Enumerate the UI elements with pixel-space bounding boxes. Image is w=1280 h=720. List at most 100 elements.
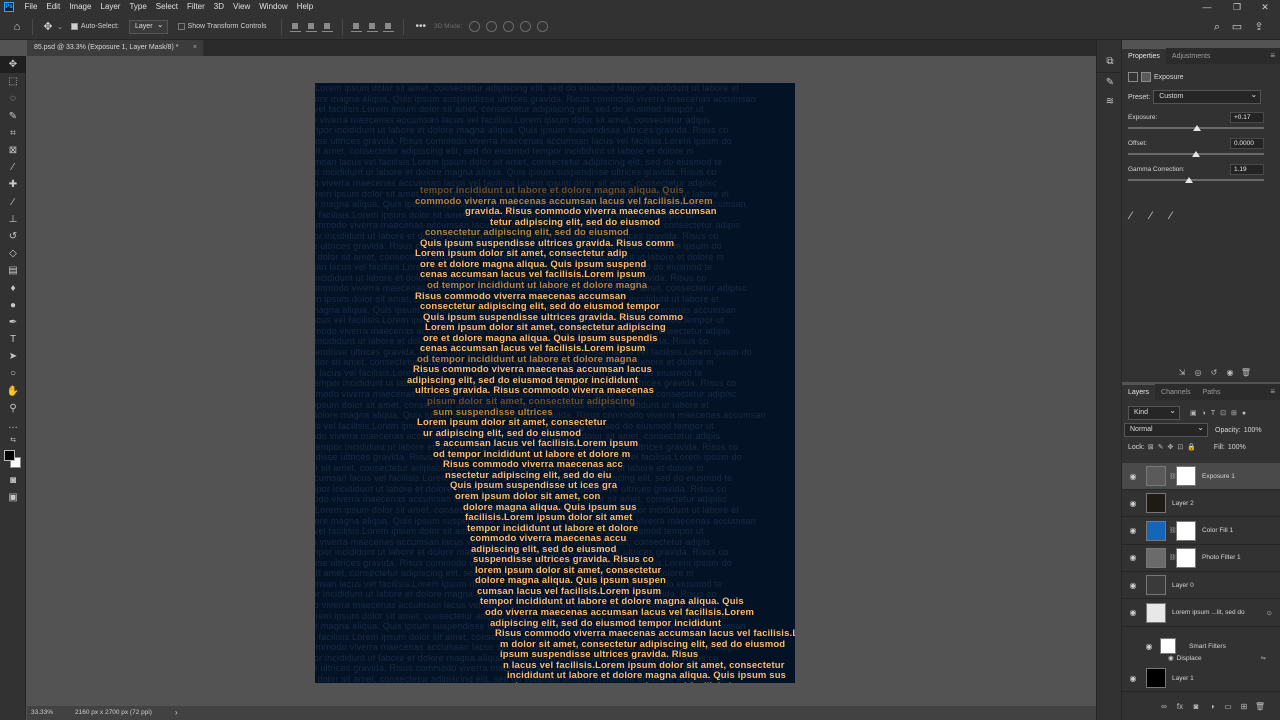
eyedropper-gray-icon[interactable]: ⁄ [1150, 210, 1152, 222]
screen-mode-icon[interactable]: ▣ [0, 489, 26, 506]
blur-tool-icon[interactable]: ♦ [0, 279, 26, 296]
preset-dropdown[interactable]: Custom [1153, 89, 1262, 104]
brush-tool-icon[interactable]: ∕ [0, 194, 26, 211]
properties-toggle-icon[interactable]: ≋ [1097, 92, 1123, 112]
slider-thumb[interactable] [1192, 151, 1200, 157]
slider-value-input[interactable]: +0.17 [1230, 112, 1264, 123]
visibility-eye-icon[interactable]: ◉ [1122, 553, 1144, 562]
link-icon[interactable]: ⛓ [1169, 554, 1177, 561]
menu-type[interactable]: Type [125, 0, 151, 14]
link-icon[interactable]: ⛓ [1169, 527, 1177, 534]
edit-toolbar-icon[interactable]: … [0, 417, 26, 434]
align-middle-icon[interactable] [367, 21, 379, 32]
layer-row[interactable]: ◉ ⛓ Color Fill 1 [1122, 518, 1280, 545]
slider-track[interactable] [1128, 179, 1264, 181]
show-transform-checkbox[interactable] [177, 23, 185, 30]
menu-view[interactable]: View [229, 0, 255, 14]
tab-properties[interactable]: Properties [1122, 48, 1166, 64]
link-layers-icon[interactable]: ∞ [1156, 702, 1172, 711]
eyedropper-white-icon[interactable]: ⁄ [1170, 210, 1172, 222]
menu-select[interactable]: Select [151, 0, 182, 14]
tab-channels[interactable]: Channels [1155, 385, 1197, 400]
visibility-eye-icon[interactable]: ◉ [1122, 526, 1144, 535]
delete-layer-icon[interactable]: 🗑 [1252, 702, 1268, 711]
mask-icon[interactable] [1141, 72, 1151, 82]
delete-icon[interactable]: 🗑 [1238, 368, 1254, 377]
slider-thumb[interactable] [1185, 177, 1194, 183]
visibility-eye-icon[interactable]: ◉ [1122, 674, 1144, 683]
layer-row[interactable]: ◉ Layer 0 [1122, 572, 1280, 600]
move-tool-icon[interactable]: ✥ [0, 56, 26, 74]
frame-tool-icon[interactable]: ⊠ [0, 142, 26, 159]
new-group-icon[interactable]: ▭ [1220, 702, 1236, 711]
layer-row[interactable]: ◉ Layer 2 [1122, 490, 1280, 518]
eyedropper-tool-icon[interactable]: ⁄ [0, 159, 26, 176]
quick-select-tool-icon[interactable]: ✎ [0, 108, 26, 125]
search-icon[interactable]: ⌕ [1208, 18, 1226, 36]
tab-paths[interactable]: Paths [1197, 385, 1227, 400]
hand-tool-icon[interactable]: ✋ [0, 383, 26, 400]
3d-slide-icon[interactable] [520, 21, 532, 32]
workspace-icon[interactable]: ▭ [1228, 18, 1246, 36]
minimize-button[interactable]: — [1192, 0, 1222, 14]
filter-kind-dropdown[interactable]: Kind [1128, 405, 1180, 420]
close-window-button[interactable]: ✕ [1250, 0, 1280, 14]
menu-filter[interactable]: Filter [183, 0, 210, 14]
blend-mode-dropdown[interactable]: Normal [1124, 422, 1208, 437]
add-mask-icon[interactable]: ◙ [1188, 702, 1204, 711]
move-tool-icon[interactable]: ✥ [39, 18, 57, 36]
share-icon[interactable]: ⇪ [1250, 18, 1268, 36]
view-previous-icon[interactable]: ◎ [1190, 368, 1206, 377]
layer-row-layer-1[interactable]: ◉ Layer 1 [1122, 665, 1280, 692]
opacity-value[interactable]: 100% [1244, 427, 1262, 434]
visibility-eye-icon[interactable]: ◉ [1122, 608, 1144, 617]
layer-mask-thumbnail[interactable] [1176, 547, 1196, 568]
clone-stamp-tool-icon[interactable]: ⊥ [0, 211, 26, 228]
more-options-button[interactable]: ••• [416, 21, 427, 32]
lock-icons[interactable]: ⊠✎✥⊡🔒 [1148, 443, 1200, 451]
displace-filter-row[interactable]: ◉ Displace ⇋ [1122, 652, 1280, 664]
healing-brush-tool-icon[interactable]: ✚ [0, 176, 26, 193]
layer-style-icon[interactable]: fx [1172, 702, 1188, 711]
new-layer-icon[interactable]: ⊞ [1236, 702, 1252, 711]
foreground-color-swatch[interactable] [4, 450, 15, 462]
slider-value-input[interactable]: 1.19 [1230, 164, 1264, 175]
menu-layer[interactable]: Layer [96, 0, 125, 14]
color-swatches[interactable] [0, 446, 26, 472]
clip-layer-icon[interactable]: ⇲ [1174, 368, 1190, 377]
menu-file[interactable]: File [20, 0, 42, 14]
layer-mask-thumbnail[interactable] [1176, 466, 1196, 486]
layer-row[interactable]: ◉ Lorem ipsum ...lit, sed do ⊙ [1122, 600, 1280, 627]
align-left-icon[interactable] [290, 21, 302, 32]
artwork-canvas[interactable]: Lorem ipsum dolor sit amet, consectetur … [315, 83, 795, 683]
align-top-icon[interactable] [351, 21, 363, 32]
menu-help[interactable]: Help [292, 0, 317, 14]
filter-icons[interactable]: ▣◑T⊡⊞● [1190, 409, 1251, 417]
tab-adjustments[interactable]: Adjustments [1166, 49, 1217, 64]
quick-mask-icon[interactable]: ◙ [0, 472, 26, 489]
align-right-icon[interactable] [322, 21, 334, 32]
align-center-icon[interactable] [306, 21, 318, 32]
shape-tool-icon[interactable]: ○ [0, 365, 26, 382]
align-bottom-icon[interactable] [383, 21, 395, 32]
slider-thumb[interactable] [1193, 125, 1202, 131]
slider-value-input[interactable]: 0.0000 [1230, 138, 1264, 149]
menu-image[interactable]: Image [65, 0, 96, 14]
reset-icon[interactable]: ↺ [1206, 368, 1222, 377]
visibility-eye-icon[interactable]: ◉ [1122, 499, 1144, 508]
marquee-tool-icon[interactable]: ⬚ [0, 73, 26, 90]
visibility-icon[interactable]: ◉ [1222, 368, 1238, 377]
link-icon[interactable]: ⛓ [1169, 473, 1177, 480]
layers-menu-icon[interactable]: ≡ [1270, 387, 1275, 396]
gradient-tool-icon[interactable]: ▤ [0, 262, 26, 279]
smart-filters-visibility-icon[interactable]: ◉ [1138, 642, 1160, 651]
zoom-tool-icon[interactable]: ⚲ [0, 400, 26, 417]
history-panel-icon[interactable]: ⧉ [1097, 52, 1123, 72]
history-brush-tool-icon[interactable]: ↺ [0, 228, 26, 245]
displace-visibility-icon[interactable]: ◉ [1168, 654, 1174, 662]
visibility-eye-icon[interactable]: ◉ [1122, 472, 1144, 481]
status-arrow-icon[interactable]: › [175, 706, 178, 720]
home-icon[interactable]: ⌂ [8, 18, 26, 36]
menu-edit[interactable]: Edit [42, 0, 65, 14]
visibility-eye-icon[interactable]: ◉ [1122, 581, 1144, 590]
